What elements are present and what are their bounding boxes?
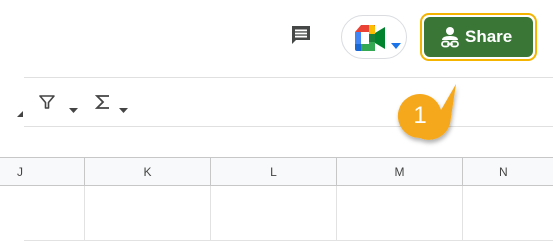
header-divider (24, 77, 553, 78)
functions-button[interactable] (94, 92, 135, 115)
column-header-k[interactable]: K (85, 158, 211, 185)
person-link-icon (441, 26, 459, 53)
google-meet-icon (355, 25, 387, 56)
chevron-down-icon (119, 100, 128, 118)
filter-icon (39, 94, 55, 115)
column-header-l[interactable]: L (211, 158, 337, 185)
column-header-row: J K L M N (0, 157, 553, 186)
chevron-down-icon (391, 36, 401, 54)
grid-cell[interactable] (85, 186, 211, 241)
column-header-n[interactable]: N (463, 158, 553, 185)
comment-icon (289, 23, 313, 52)
share-button[interactable]: Share (424, 17, 533, 57)
grid-cell[interactable] (211, 186, 337, 241)
filter-button[interactable] (39, 92, 83, 114)
share-label: Share (465, 27, 513, 46)
grid-cell[interactable] (0, 186, 85, 241)
toolbar-divider (24, 126, 553, 127)
toolbar-corner-mark (17, 104, 23, 122)
column-header-j[interactable]: J (0, 158, 85, 185)
sigma-icon (94, 94, 110, 115)
grid-cell[interactable] (463, 186, 553, 241)
chevron-down-icon (69, 100, 78, 118)
column-header-m[interactable]: M (337, 158, 463, 185)
meet-button[interactable] (341, 15, 407, 59)
grid-cell[interactable] (337, 186, 463, 241)
step-number: 1 (413, 102, 427, 129)
step-callout: 1 (386, 82, 462, 152)
comments-button[interactable] (287, 24, 315, 50)
